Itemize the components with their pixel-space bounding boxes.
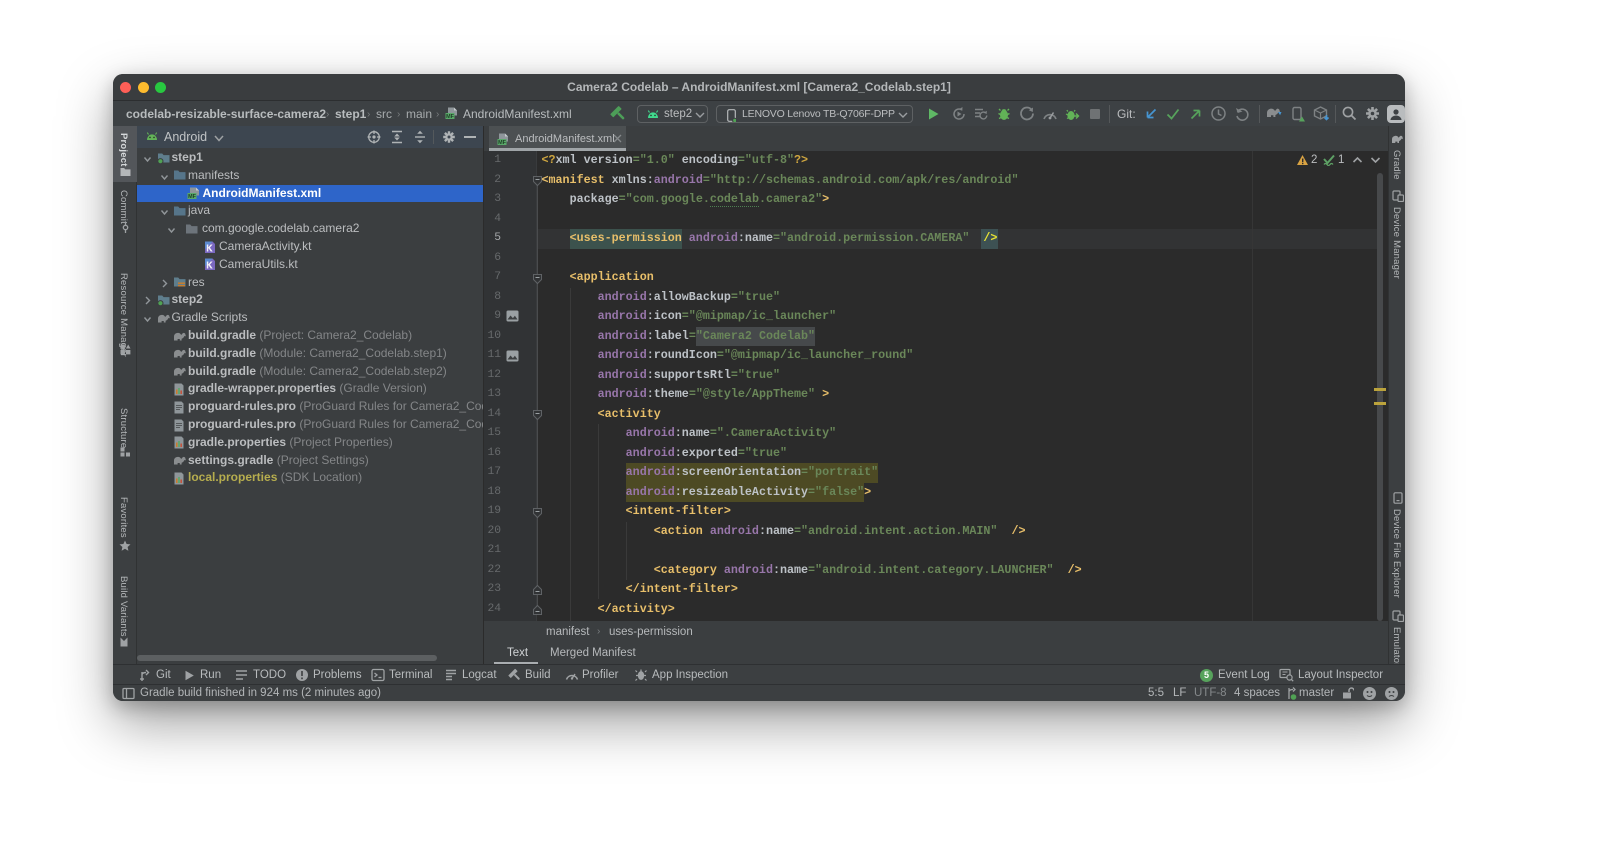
svg-text:MF: MF bbox=[188, 194, 196, 200]
svg-text:MF: MF bbox=[446, 114, 454, 120]
svg-text:MF: MF bbox=[498, 140, 506, 146]
